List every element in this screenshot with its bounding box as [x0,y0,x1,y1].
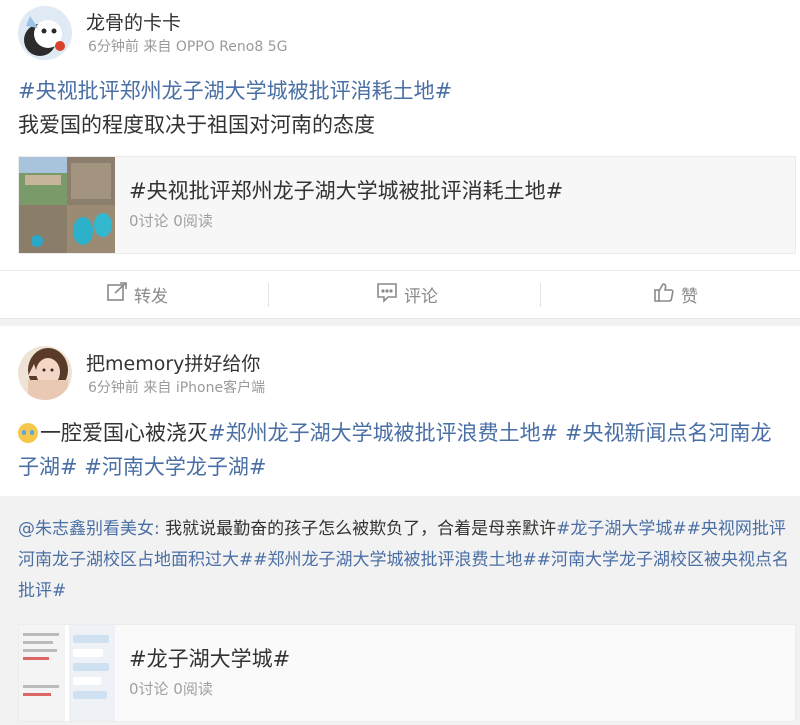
post-meta: 6分钟前 来自 OPPO Reno8 5G [88,36,287,56]
topic-card-stats: 0讨论 0阅读 [129,212,213,230]
topic-link[interactable]: #央视批评郑州龙子湖大学城被批评消耗土地# [18,79,452,103]
topic-link[interactable]: #郑州龙子湖大学城被批评浪费土地# [208,421,558,445]
feed-post: 把memory拼好给你 6分钟前 来自 iPhone客户端 一腔爱国心被浇灭#郑… [0,326,800,722]
topic-card-title[interactable]: #龙子湖大学城# [129,643,290,673]
topic-link[interactable]: #郑州龙子湖大学城被批评浪费土地# [253,550,537,570]
topic-card[interactable]: #央视批评郑州龙子湖大学城被批评消耗土地# 0讨论 0阅读 [18,156,796,254]
topic-card[interactable]: #龙子湖大学城# 0讨论 0阅读 [18,624,796,722]
topic-link[interactable]: #河南大学龙子湖# [84,455,266,479]
reposted-content[interactable]: @朱志鑫别看美女: 我就说最勤奋的孩子怎么被欺负了，合着是母亲默许#龙子湖大学城… [0,496,800,722]
divider [268,283,269,307]
repost-button[interactable]: 转发 [106,271,168,318]
comment-label: 评论 [404,287,438,307]
separator: : [154,519,166,539]
post-time: 6分钟前 [88,39,139,55]
repost-text: @朱志鑫别看美女: 我就说最勤奋的孩子怎么被欺负了，合着是母亲默许#龙子湖大学城… [18,514,794,607]
topic-card-title[interactable]: #央视批评郑州龙子湖大学城被批评消耗土地# [129,175,563,205]
repost-body: 我就说最勤奋的孩子怎么被欺负了，合着是母亲默许 [165,519,557,539]
avatar[interactable] [18,346,72,400]
topic-card-stats: 0讨论 0阅读 [129,680,213,698]
post-time: 6分钟前 [88,380,139,396]
avatar[interactable] [18,6,72,60]
comment-icon [376,281,398,308]
post-source: 来自 iPhone客户端 [143,380,266,396]
divider [540,283,541,307]
thumbs-up-icon [653,281,675,308]
repost-label: 转发 [134,287,168,307]
post-actions: 转发 评论 赞 [0,270,800,318]
comment-button[interactable]: 评论 [376,271,438,318]
like-button[interactable]: 赞 [653,271,698,318]
topic-card-thumbnail [19,625,115,721]
repost-icon [106,281,128,308]
post-body: 我爱国的程度取决于祖国对河南的态度 [18,113,375,137]
topic-link[interactable]: #龙子湖大学城# [556,519,687,539]
post-text: 一腔爱国心被浇灭#郑州龙子湖大学城被批评浪费土地# #央视新闻点名河南龙子湖# … [18,416,782,484]
like-label: 赞 [681,287,698,307]
feed-post: 龙骨的卡卡 6分钟前 来自 OPPO Reno8 5G #央视批评郑州龙子湖大学… [0,0,800,319]
post-source: 来自 OPPO Reno8 5G [143,39,288,55]
topic-card-thumbnail [19,157,115,253]
post-meta: 6分钟前 来自 iPhone客户端 [88,377,265,397]
post-text: #央视批评郑州龙子湖大学城被批评消耗土地# 我爱国的程度取决于祖国对河南的态度 [18,74,782,142]
username[interactable]: 龙骨的卡卡 [86,8,181,35]
mention-link[interactable]: @朱志鑫别看美女 [18,519,154,539]
post-body: 一腔爱国心被浇灭 [40,421,208,445]
username[interactable]: 把memory拼好给你 [86,349,260,376]
crying-emoji-icon [18,423,38,443]
